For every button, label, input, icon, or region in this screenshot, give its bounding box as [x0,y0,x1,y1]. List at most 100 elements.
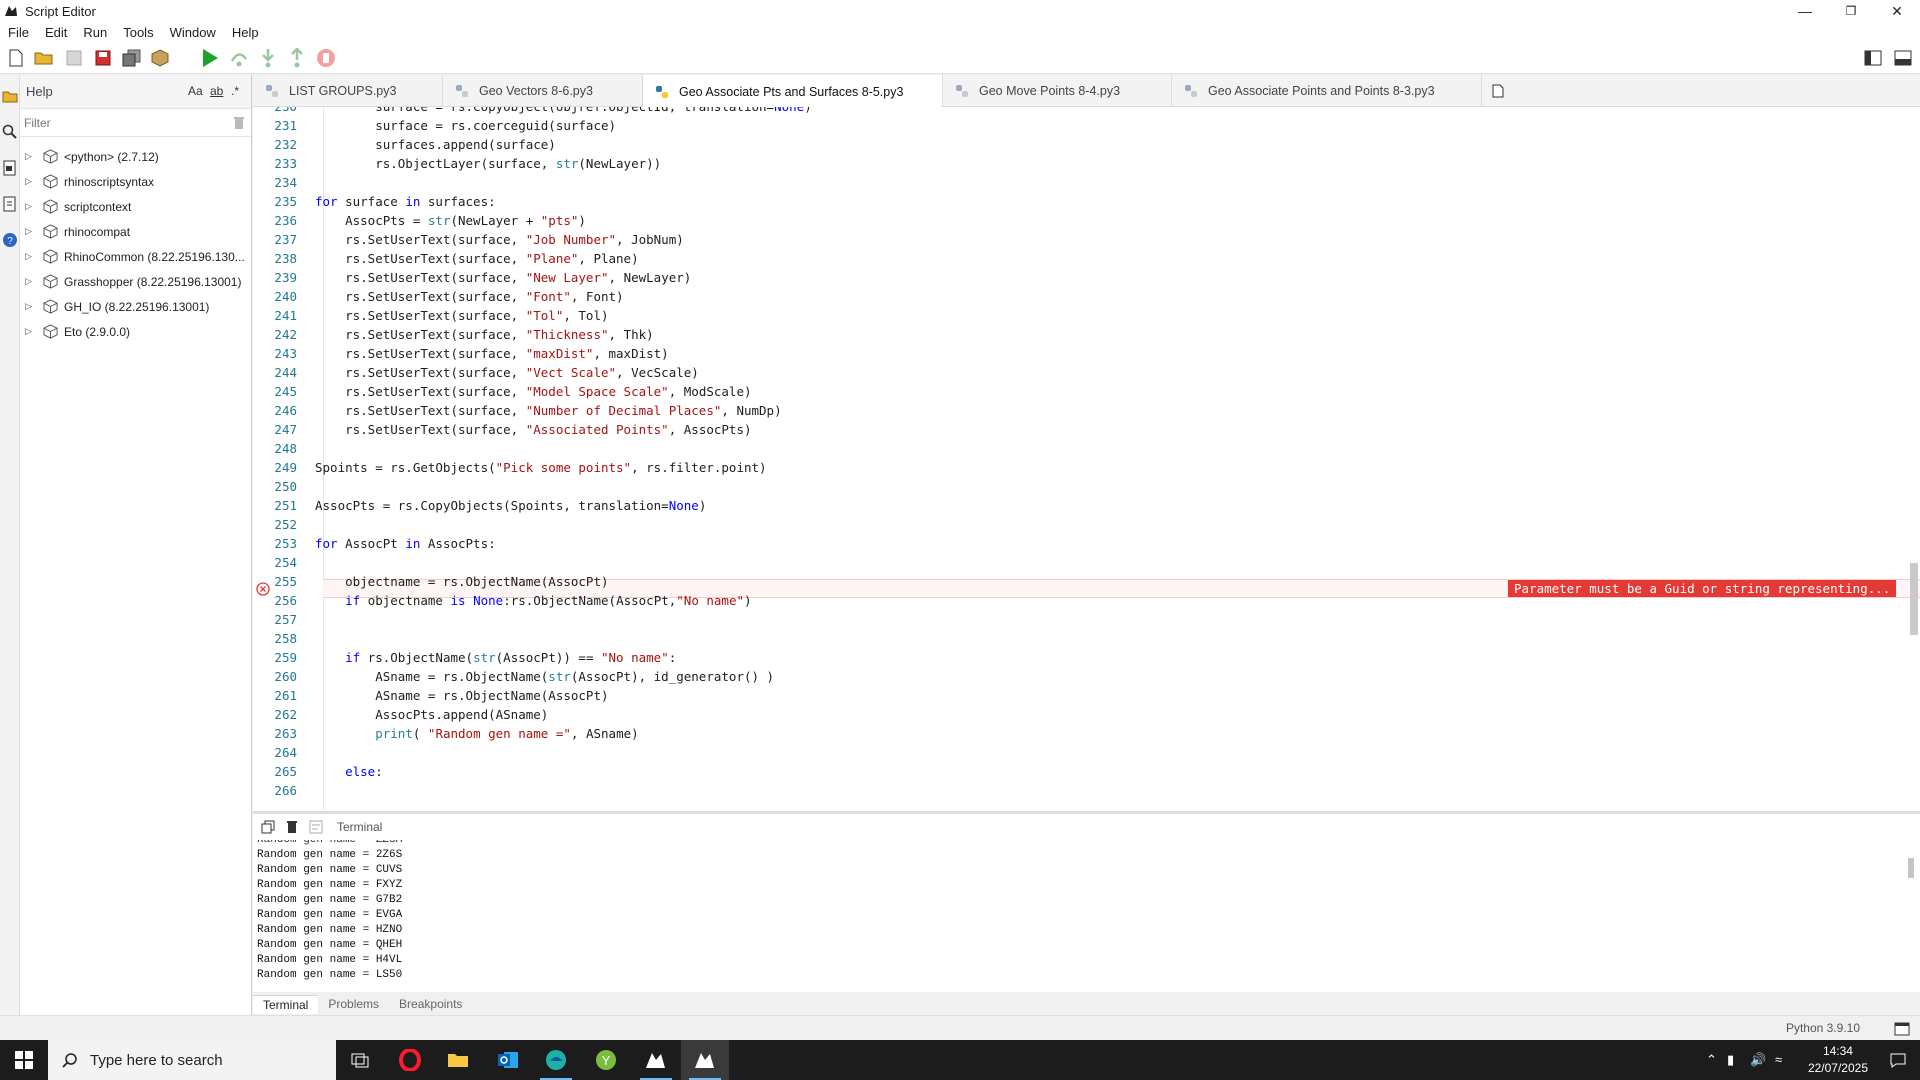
menu-tools[interactable]: Tools [115,25,161,40]
volume-icon[interactable]: 🔊 [1750,1052,1766,1068]
code-line[interactable]: 238 rs.SetUserText(surface, "Plane", Pla… [253,249,1920,268]
network-icon[interactable]: ≈ [1775,1052,1782,1067]
trash-icon[interactable] [233,116,245,130]
code-line[interactable]: 231 surface = rs.coerceguid(surface) [253,116,1920,135]
save-all-icon[interactable] [121,47,143,69]
start-button[interactable] [0,1040,48,1080]
code-line[interactable]: 259 if rs.ObjectName(str(AssocPt)) == "N… [253,648,1920,667]
step-into-icon[interactable] [257,47,279,69]
match-word-icon[interactable]: ab [210,84,223,98]
save-disabled-icon[interactable] [63,47,85,69]
code-line[interactable]: 257 [253,610,1920,629]
tree-item-grasshopper[interactable]: ▷ Grasshopper (8.22.25196.13001) [20,269,251,294]
python-version[interactable]: Python 3.9.10 [1786,1021,1860,1035]
code-line[interactable]: 252 [253,515,1920,534]
opera-icon[interactable] [386,1040,434,1080]
tree-item-scriptcontext[interactable]: ▷ scriptcontext [20,194,251,219]
menu-run[interactable]: Run [75,25,115,40]
code-line[interactable]: 243 rs.SetUserText(surface, "maxDist", m… [253,344,1920,363]
tree-item-rhinoscriptsyntax[interactable]: ▷ rhinoscriptsyntax [20,169,251,194]
tree-item-gh-io[interactable]: ▷ GH_IO (8.22.25196.13001) [20,294,251,319]
edge-icon[interactable] [532,1040,580,1080]
step-over-icon[interactable] [228,47,250,69]
save-icon[interactable] [92,47,114,69]
code-line[interactable]: 244 rs.SetUserText(surface, "Vect Scale"… [253,363,1920,382]
code-editor[interactable]: 230 surface = rs.CopyObject(objref.Objec… [253,107,1920,811]
step-out-icon[interactable] [286,47,308,69]
help-icon[interactable]: ? [2,232,18,248]
code-line[interactable]: 251 AssocPts = rs.CopyObjects(Spoints, tr… [253,496,1920,515]
close-button[interactable]: ✕ [1874,0,1920,22]
filter-input[interactable] [24,115,224,130]
match-case-icon[interactable]: Aa [188,84,203,98]
tab-breakpoints[interactable]: Breakpoints [389,995,472,1014]
terminal-scrollbar[interactable] [1908,858,1914,878]
tab-list-groups[interactable]: LIST GROUPS.py3 [253,75,443,107]
new-tab-icon[interactable] [1492,84,1504,98]
expand-icon[interactable]: ▷ [25,151,35,162]
code-line[interactable]: 237 rs.SetUserText(surface, "Job Number"… [253,230,1920,249]
code-line[interactable]: 254 [253,553,1920,572]
tree-item-rhinocompat[interactable]: ▷ rhinocompat [20,219,251,244]
outlook-icon[interactable] [484,1040,532,1080]
layout-panel-icon[interactable] [1892,47,1914,69]
taskbar-clock[interactable]: 14:34 22/07/2025 [1808,1043,1868,1077]
minimize-button[interactable]: — [1782,0,1828,22]
library-icon[interactable] [2,160,18,176]
code-line[interactable]: 263 print( "Random gen name =", ASname) [253,724,1920,743]
editor-scrollbar[interactable] [1910,563,1918,635]
code-line[interactable]: 246 rs.SetUserText(surface, "Number of D… [253,401,1920,420]
app-y-icon[interactable]: Y [582,1040,630,1080]
menu-edit[interactable]: Edit [37,25,75,40]
new-file-icon[interactable] [5,47,27,69]
regex-icon[interactable]: .* [231,84,239,98]
tab-terminal[interactable]: Terminal [253,995,319,1014]
calendar-icon[interactable] [1894,1020,1910,1036]
code-line[interactable]: 232 surfaces.append(surface) [253,135,1920,154]
code-line[interactable]: 240 rs.SetUserText(surface, "Font", Font… [253,287,1920,306]
code-line[interactable]: 242 rs.SetUserText(surface, "Thickness",… [253,325,1920,344]
menu-help[interactable]: Help [224,25,267,40]
taskbar-search[interactable]: Type here to search [48,1040,336,1080]
tab-geo-move-points[interactable]: Geo Move Points 8-4.py3 [943,75,1172,107]
maximize-button[interactable]: ❐ [1828,0,1874,22]
tab-geo-associate-points-points[interactable]: Geo Associate Points and Points 8-3.py3 [1172,75,1482,107]
file-explorer-icon[interactable] [434,1040,482,1080]
expand-icon[interactable]: ▷ [25,276,35,287]
code-line[interactable]: 264 [253,743,1920,762]
tab-geo-vectors[interactable]: Geo Vectors 8-6.py3 [443,75,643,107]
layout-sidebar-icon[interactable] [1862,47,1884,69]
stop-icon[interactable] [315,47,337,69]
copy-icon[interactable] [259,818,277,836]
word-wrap-icon[interactable] [307,818,325,836]
code-line[interactable]: 241 rs.SetUserText(surface, "Tol", Tol) [253,306,1920,325]
expand-icon[interactable]: ▷ [25,226,35,237]
open-folder-icon[interactable] [33,47,55,69]
tab-geo-associate-pts-surfaces[interactable]: Geo Associate Pts and Surfaces 8-5.py3 [643,75,943,108]
code-line[interactable]: 239 rs.SetUserText(surface, "New Layer",… [253,268,1920,287]
rhino-script-editor-taskbar-icon[interactable] [681,1040,729,1080]
clear-trash-icon[interactable] [283,818,301,836]
tab-problems[interactable]: Problems [318,995,389,1014]
code-line[interactable]: 245 rs.SetUserText(surface, "Model Space… [253,382,1920,401]
expand-icon[interactable]: ▷ [25,176,35,187]
code-line[interactable]: 248 [253,439,1920,458]
tree-item-eto[interactable]: ▷ Eto (2.9.0.0) [20,319,251,344]
folder-icon[interactable] [2,89,18,105]
expand-icon[interactable]: ▷ [25,251,35,262]
run-icon[interactable] [199,47,221,69]
code-line[interactable]: 265 else: [253,762,1920,781]
code-line[interactable]: 266 [253,781,1920,800]
code-line[interactable]: 260 ASname = rs.ObjectName(str(AssocPt),… [253,667,1920,686]
code-line[interactable]: 262 AssocPts.append(ASname) [253,705,1920,724]
tray-chevron-icon[interactable]: ⌃ [1706,1052,1717,1068]
code-line[interactable]: 233 rs.ObjectLayer(surface, str(NewLayer… [253,154,1920,173]
expand-icon[interactable]: ▷ [25,326,35,337]
code-line[interactable]: 235 for surface in surfaces: [253,192,1920,211]
package-icon[interactable] [149,47,171,69]
code-line[interactable]: 230 surface = rs.CopyObject(objref.Objec… [253,107,1920,116]
menu-file[interactable]: File [0,25,37,40]
code-line[interactable]: 258 [253,629,1920,648]
battery-icon[interactable]: ▮ [1727,1052,1734,1068]
code-line[interactable]: 247 rs.SetUserText(surface, "Associated … [253,420,1920,439]
